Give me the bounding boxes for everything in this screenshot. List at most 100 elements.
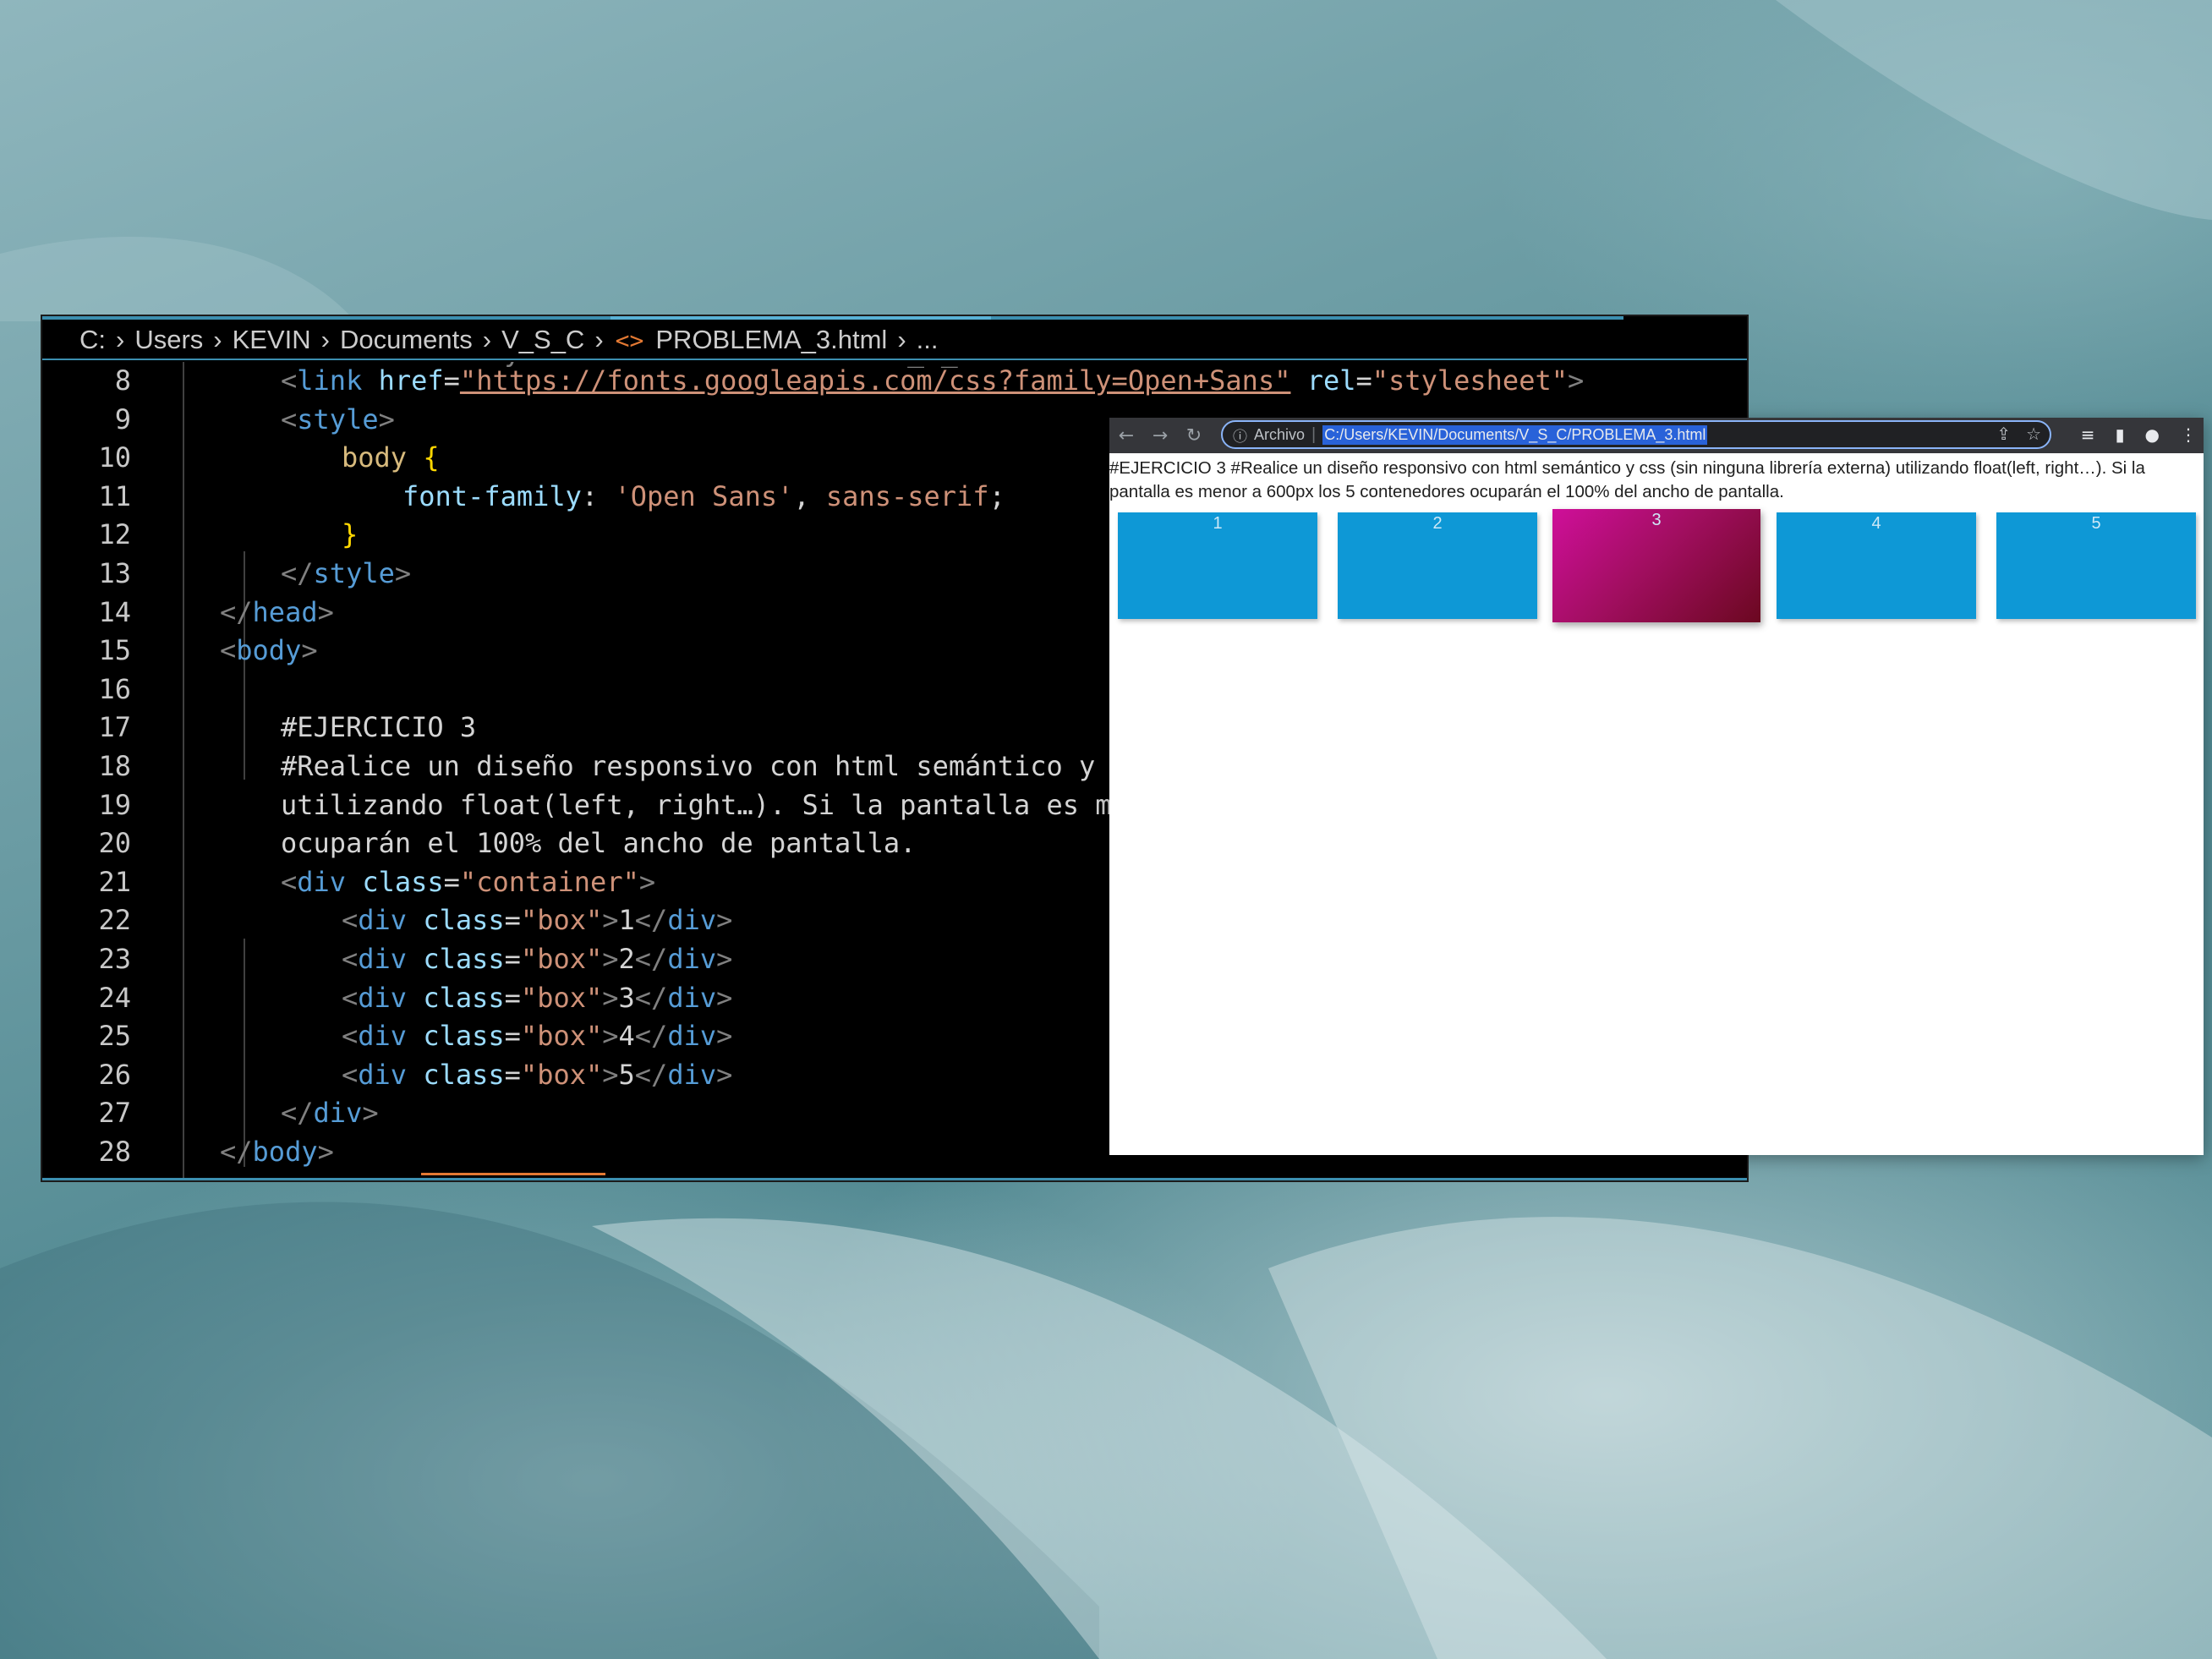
line-number: 13 xyxy=(98,556,131,589)
media-queue-icon[interactable]: ≡ xyxy=(2081,424,2095,445)
code-token: </ xyxy=(634,1058,668,1091)
exercise-description: #EJERCICIO 3 #Realice un diseño responsi… xyxy=(1109,458,2145,501)
code-token: div xyxy=(313,1097,363,1130)
bookmark-star-icon[interactable]: ☆ xyxy=(2026,424,2041,445)
code-token: class xyxy=(362,865,444,898)
line-number: 21 xyxy=(98,865,131,898)
code-token: class xyxy=(423,1058,505,1091)
breadcrumb-file[interactable]: PROBLEMA_3.html xyxy=(655,325,887,355)
address-bar[interactable]: ⓘ Archivo | C:/Users/KEVIN/Documents/V_S… xyxy=(1221,420,2051,449)
code-token: style xyxy=(313,556,395,589)
line-number: 16 xyxy=(98,672,131,705)
code-token: "box" xyxy=(520,1058,603,1091)
code-token: > xyxy=(716,942,733,975)
code-token: 4 xyxy=(618,1020,635,1053)
editor-tab-indicator xyxy=(42,316,1623,320)
code-token: div xyxy=(667,942,717,975)
code-token: </ xyxy=(281,556,314,589)
code-text: font-family: 'Open Sans', sans-serif; xyxy=(402,478,1005,517)
editor-bottom-border xyxy=(42,1173,1747,1180)
breadcrumb-vsc[interactable]: V_S_C xyxy=(501,325,584,355)
code-token: < xyxy=(281,865,298,898)
html-file-icon: <> xyxy=(615,326,644,354)
line-number: 14 xyxy=(98,595,131,628)
code-token: </ xyxy=(634,981,668,1014)
line-number: 8 xyxy=(114,364,131,397)
code-token: rel xyxy=(1306,364,1356,397)
code-token: "box" xyxy=(520,1020,603,1053)
code-token: > xyxy=(638,865,656,898)
code-token: > xyxy=(716,1058,733,1091)
line-number: 24 xyxy=(98,981,131,1014)
forward-arrow-icon[interactable]: → xyxy=(1143,425,1177,446)
chevron-right-icon: › xyxy=(320,325,330,354)
browser-window: ← → ↻ ⓘ Archivo | C:/Users/KEVIN/Documen… xyxy=(1109,418,2204,1155)
code-text: } xyxy=(342,516,358,555)
code-text: <body> xyxy=(220,632,318,671)
code-token: </ xyxy=(281,1097,314,1130)
code-token: > xyxy=(362,1097,379,1130)
code-token: 'Open Sans' xyxy=(614,479,794,512)
code-token: head xyxy=(252,595,318,628)
code-token: "box" xyxy=(520,942,603,975)
line-number: 17 xyxy=(98,711,131,744)
share-icon[interactable]: ⇪ xyxy=(1996,424,2011,445)
chevron-right-icon: › xyxy=(897,325,906,354)
code-text: <div class="container"> xyxy=(281,863,655,902)
box-1[interactable]: 1 xyxy=(1118,512,1317,619)
code-token: body xyxy=(236,634,302,667)
side-panel-icon[interactable]: ▮ xyxy=(2116,424,2125,445)
code-token: > xyxy=(602,942,619,975)
code-text: <div class="box">5</div> xyxy=(342,1056,732,1095)
code-token: </ xyxy=(220,595,253,628)
code-token: #EJERCICIO 3 xyxy=(281,711,477,744)
line-number: 18 xyxy=(98,749,131,782)
code-token: "stylesheet" xyxy=(1372,364,1568,397)
breadcrumb-kevin[interactable]: KEVIN xyxy=(233,325,311,355)
code-token: class xyxy=(423,904,505,937)
code-token: utilizando float(left, right…). Si la pa… xyxy=(281,788,1177,821)
code-text: ocuparán el 100% del ancho de pantalla. xyxy=(281,824,916,863)
url-text[interactable]: C:/Users/KEVIN/Documents/V_S_C/PROBLEMA_… xyxy=(1322,424,1708,445)
breadcrumb-more[interactable]: ... xyxy=(917,325,939,355)
code-line[interactable]: 8 <link href="https://fonts.googleapis.co… xyxy=(42,362,1747,401)
box-2[interactable]: 2 xyxy=(1338,512,1537,619)
code-token: sans-serif xyxy=(825,479,989,512)
box-3-hovered[interactable]: 3 xyxy=(1552,509,1760,622)
box-5[interactable]: 5 xyxy=(1996,512,2196,619)
code-token: 2 xyxy=(618,942,635,975)
breadcrumb-drive[interactable]: C: xyxy=(79,325,106,355)
line-number: 27 xyxy=(98,1097,131,1130)
code-token: #Realice un diseño responsivo con html s… xyxy=(281,749,1193,782)
box-4[interactable]: 4 xyxy=(1777,512,1976,619)
code-token: class xyxy=(423,981,505,1014)
code-token: div xyxy=(358,981,408,1014)
code-token: </ xyxy=(634,1020,668,1053)
code-token: > xyxy=(317,1135,334,1168)
code-token: < xyxy=(220,634,237,667)
info-icon[interactable]: ⓘ xyxy=(1233,424,1247,446)
browser-toolbar: ← → ↻ ⓘ Archivo | C:/Users/KEVIN/Documen… xyxy=(1109,418,2204,453)
code-token: = xyxy=(504,942,521,975)
breadcrumb-users[interactable]: Users xyxy=(134,325,203,355)
code-token: < xyxy=(342,904,359,937)
code-token: < xyxy=(342,1058,359,1091)
back-arrow-icon[interactable]: ← xyxy=(1109,425,1143,446)
code-token: div xyxy=(358,1020,408,1053)
reload-icon[interactable]: ↻ xyxy=(1177,425,1211,446)
line-number: 28 xyxy=(98,1135,131,1168)
menu-kebab-icon[interactable]: ⋮ xyxy=(2180,424,2197,445)
address-bar-actions: ⇪ ☆ xyxy=(1996,424,2041,445)
code-token: , xyxy=(793,479,826,512)
line-number: 15 xyxy=(98,634,131,667)
breadcrumb-documents[interactable]: Documents xyxy=(340,325,473,355)
profile-icon[interactable]: ● xyxy=(2145,424,2160,445)
code-text: </body> xyxy=(220,1133,334,1172)
code-token: div xyxy=(667,1058,717,1091)
code-text: #EJERCICIO 3 xyxy=(281,709,476,747)
